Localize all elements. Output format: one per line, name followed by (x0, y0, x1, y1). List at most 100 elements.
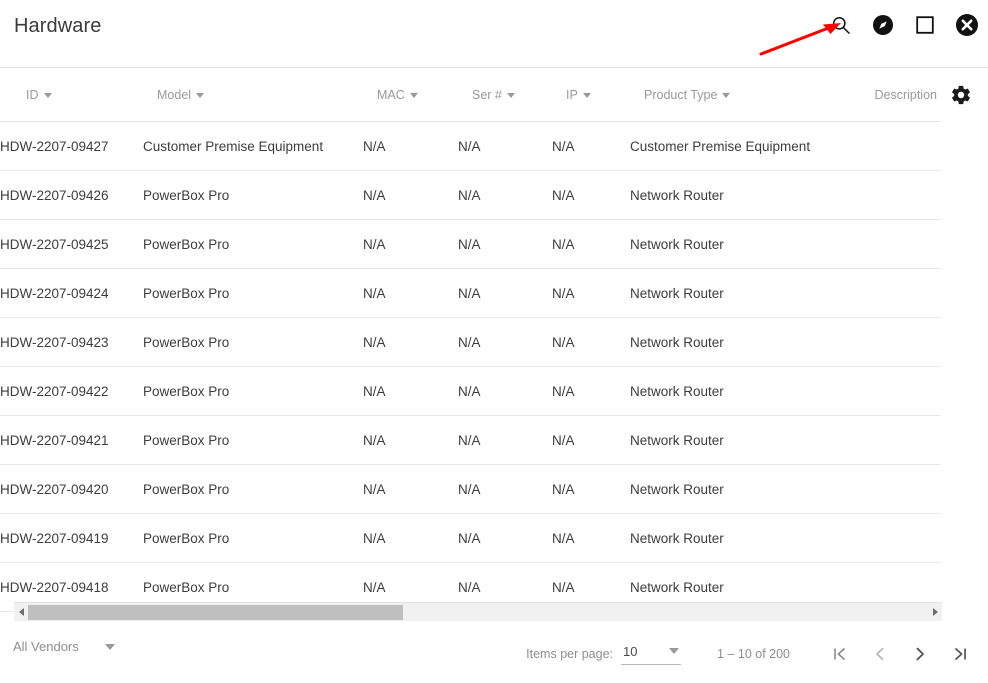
pagination-range-label: 1 – 10 of 200 (717, 647, 790, 661)
table-row[interactable]: HDW-2207-09419 PowerBox Pro N/A N/A N/A … (0, 513, 941, 563)
table-row[interactable]: HDW-2207-09420 PowerBox Pro N/A N/A N/A … (0, 464, 941, 514)
cell-mac: N/A (363, 513, 458, 563)
cell-ip: N/A (552, 170, 630, 220)
table-row[interactable]: HDW-2207-09422 PowerBox Pro N/A N/A N/A … (0, 366, 941, 416)
cell-description (840, 415, 941, 465)
hardware-table: ID Model MAC Ser # IP Product Type Descr… (0, 68, 941, 612)
chevron-down-icon (722, 93, 731, 98)
table-row[interactable]: HDW-2207-09425 PowerBox Pro N/A N/A N/A … (0, 219, 941, 269)
chevron-right-icon (916, 647, 924, 661)
column-header-model[interactable]: Model (143, 68, 363, 122)
table-row[interactable]: HDW-2207-09421 PowerBox Pro N/A N/A N/A … (0, 415, 941, 465)
scroll-right-arrow-icon[interactable] (928, 603, 942, 622)
chevron-down-icon (104, 643, 115, 650)
cell-model: PowerBox Pro (143, 464, 363, 514)
cell-model: PowerBox Pro (143, 170, 363, 220)
square-glyph (916, 16, 934, 34)
cell-description (840, 317, 941, 367)
cell-mac: N/A (363, 464, 458, 514)
scroll-left-arrow-icon[interactable] (14, 603, 28, 622)
last-page-icon (955, 648, 966, 660)
column-label-description: Description (874, 87, 937, 102)
cell-mac: N/A (363, 170, 458, 220)
scrollbar-track[interactable] (28, 603, 928, 622)
cell-product-type: Network Router (630, 415, 840, 465)
next-page-button[interactable] (900, 637, 940, 671)
cell-mac: N/A (363, 317, 458, 367)
scrollbar-thumb[interactable] (28, 604, 403, 620)
cell-mac: N/A (363, 415, 458, 465)
column-label-mac: MAC (377, 87, 405, 102)
first-page-button[interactable] (820, 637, 860, 671)
cell-model: PowerBox Pro (143, 366, 363, 416)
cell-id: HDW-2207-09427 (0, 121, 143, 171)
cell-id: HDW-2207-09419 (0, 513, 143, 563)
table-row[interactable]: HDW-2207-09426 PowerBox Pro N/A N/A N/A … (0, 170, 941, 220)
triangle-right-glyph (932, 608, 938, 616)
maximize-icon[interactable] (912, 12, 938, 38)
cell-ser: N/A (458, 170, 552, 220)
cell-model: PowerBox Pro (143, 219, 363, 269)
column-header-id[interactable]: ID (0, 68, 143, 122)
gear-glyph (952, 85, 970, 105)
cell-ser: N/A (458, 317, 552, 367)
cell-product-type: Network Router (630, 464, 840, 514)
cell-id: HDW-2207-09425 (0, 219, 143, 269)
cell-ip: N/A (552, 464, 630, 514)
cell-product-type: Network Router (630, 170, 840, 220)
prev-page-button[interactable] (860, 637, 900, 671)
cell-model: PowerBox Pro (143, 317, 363, 367)
cell-ip: N/A (552, 366, 630, 416)
cell-ser: N/A (458, 415, 552, 465)
header-actions (828, 12, 980, 38)
search-icon[interactable] (828, 12, 854, 38)
cell-ip: N/A (552, 268, 630, 318)
table-row[interactable]: HDW-2207-09424 PowerBox Pro N/A N/A N/A … (0, 268, 941, 318)
horizontal-scrollbar[interactable] (14, 602, 942, 621)
cell-model: PowerBox Pro (143, 513, 363, 563)
cell-model: Customer Premise Equipment (143, 121, 363, 171)
column-header-ip[interactable]: IP (552, 68, 630, 122)
cell-description (840, 219, 941, 269)
gear-icon[interactable] (948, 82, 974, 108)
table-row[interactable]: HDW-2207-09427 Customer Premise Equipmen… (0, 121, 941, 171)
column-header-product-type[interactable]: Product Type (630, 68, 840, 122)
column-label-model: Model (157, 87, 192, 102)
cell-ser: N/A (458, 268, 552, 318)
cell-id: HDW-2207-09422 (0, 366, 143, 416)
cell-id: HDW-2207-09424 (0, 268, 143, 318)
items-per-page-select[interactable]: 10 (621, 644, 682, 665)
triangle-left-glyph (18, 608, 24, 616)
cell-description (840, 170, 941, 220)
cell-mac: N/A (363, 121, 458, 171)
cell-model: PowerBox Pro (143, 415, 363, 465)
column-label-id: ID (26, 87, 39, 102)
table-header-row: ID Model MAC Ser # IP Product Type Descr… (0, 68, 941, 122)
column-header-mac[interactable]: MAC (363, 68, 458, 122)
vendor-filter-select[interactable]: All Vendors (13, 639, 115, 654)
cell-product-type: Network Router (630, 219, 840, 269)
column-label-product-type: Product Type (644, 87, 718, 102)
last-page-button[interactable] (940, 637, 980, 671)
cell-id: HDW-2207-09426 (0, 170, 143, 220)
footer-bar: All Vendors Items per page: 10 1 – 10 of… (0, 625, 988, 683)
table-body: HDW-2207-09427 Customer Premise Equipmen… (0, 121, 941, 612)
search-glyph (832, 16, 850, 34)
top-header-bar: Hardware (0, 0, 988, 68)
cell-id: HDW-2207-09423 (0, 317, 143, 367)
cell-ser: N/A (458, 219, 552, 269)
table-row[interactable]: HDW-2207-09423 PowerBox Pro N/A N/A N/A … (0, 317, 941, 367)
cell-ip: N/A (552, 415, 630, 465)
column-header-description[interactable]: Description (840, 68, 941, 122)
cell-mac: N/A (363, 219, 458, 269)
chevron-down-icon (409, 93, 418, 98)
hardware-table-container: ID Model MAC Ser # IP Product Type Descr… (0, 68, 988, 612)
chevron-down-icon (43, 93, 52, 98)
cell-ip: N/A (552, 219, 630, 269)
cell-description (840, 464, 941, 514)
close-icon[interactable] (954, 12, 980, 38)
cell-ip: N/A (552, 513, 630, 563)
column-header-ser[interactable]: Ser # (458, 68, 552, 122)
compass-icon[interactable] (870, 12, 896, 38)
cell-ser: N/A (458, 121, 552, 171)
